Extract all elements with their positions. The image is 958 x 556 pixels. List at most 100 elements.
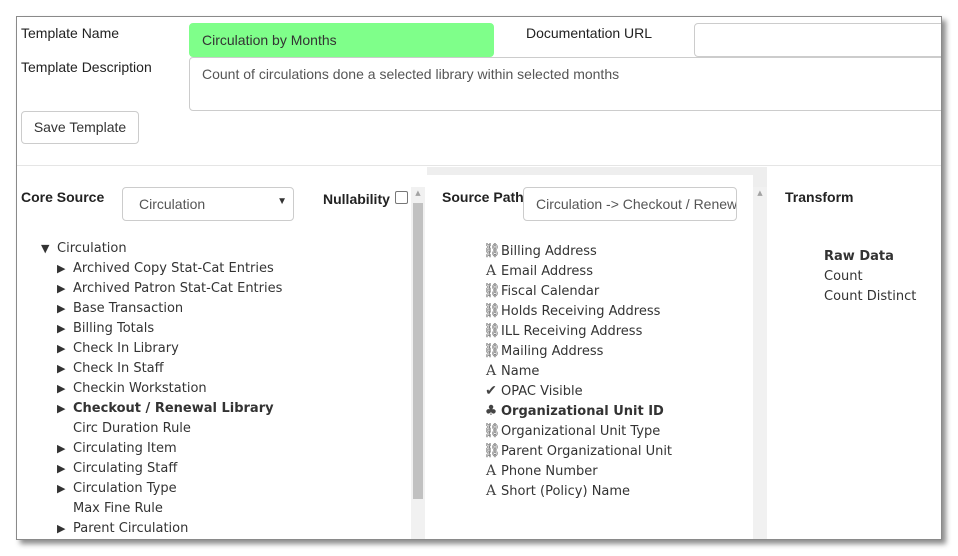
- field-item[interactable]: ⛓Billing Address: [483, 241, 597, 261]
- triangle-right-icon: ▶: [57, 302, 66, 315]
- tree-item[interactable]: ▶ Archived Patron Stat-Cat Entries: [57, 279, 282, 299]
- template-description-textarea[interactable]: Count of circulations done a selected li…: [189, 57, 941, 111]
- tree-item[interactable]: ▶ Base Transaction: [57, 299, 183, 319]
- core-source-selected: Circulation: [139, 196, 206, 212]
- triangle-right-icon: ▶: [57, 382, 66, 395]
- tree-root[interactable]: ▼ Circulation: [41, 239, 127, 259]
- nullability-checkbox[interactable]: [395, 191, 408, 204]
- link-icon: ⛓: [483, 303, 501, 319]
- tree-item-label: Circulation Type: [73, 481, 177, 496]
- tree-item[interactable]: ▶ Check In Staff: [57, 359, 164, 379]
- core-source-label: Core Source: [21, 189, 105, 205]
- tree-item[interactable]: ▶ Checkout / Renewal Library: [57, 399, 274, 419]
- field-label: Fiscal Calendar: [501, 284, 600, 299]
- tree-scrollbar-thumb[interactable]: [413, 203, 423, 499]
- tree-item-label: Parent Circulation: [73, 521, 189, 536]
- field-item[interactable]: ⛓Mailing Address: [483, 341, 603, 361]
- scroll-up-icon[interactable]: ▲: [753, 189, 767, 197]
- scroll-up-icon[interactable]: ▲: [411, 189, 425, 197]
- chevron-down-icon: ▼: [277, 196, 287, 207]
- transform-item[interactable]: Count: [824, 267, 863, 287]
- triangle-right-icon: ▶: [57, 342, 66, 355]
- field-item[interactable]: ✔ OPAC Visible: [483, 381, 582, 401]
- field-label: Mailing Address: [501, 344, 604, 359]
- field-item[interactable]: ⛓ILL Receiving Address: [483, 321, 642, 341]
- field-item[interactable]: ⛓Organizational Unit Type: [483, 421, 660, 441]
- text-icon: A: [485, 363, 497, 379]
- source-path-input[interactable]: Circulation -> Checkout / Renewal Librar…: [523, 187, 737, 221]
- tree-item[interactable]: ▶ Billing Totals: [57, 319, 154, 339]
- tree-item[interactable]: ▶ Archived Copy Stat-Cat Entries: [57, 259, 274, 279]
- link-icon: ⛓: [483, 423, 501, 439]
- tree-item-label: Archived Patron Stat-Cat Entries: [73, 281, 283, 296]
- tree-item[interactable]: ▶ Check In Library: [57, 339, 179, 359]
- field-item[interactable]: A Short (Policy) Name: [483, 481, 630, 501]
- tree-item-label: Check In Library: [73, 341, 179, 356]
- check-circle-icon: ✔: [485, 383, 497, 399]
- tree-item-label: Max Fine Rule: [73, 501, 163, 516]
- tree-item[interactable]: ▶ Parent Circulation: [57, 519, 188, 539]
- triangle-right-icon: ▶: [57, 282, 66, 295]
- field-label: Parent Organizational Unit: [501, 444, 673, 459]
- field-label: Email Address: [501, 264, 593, 279]
- link-icon: ⛓: [483, 283, 501, 299]
- field-label: Short (Policy) Name: [501, 484, 631, 499]
- tree-item-label: Circulating Item: [73, 441, 177, 456]
- triangle-right-icon: ▶: [57, 522, 66, 535]
- link-icon: ⛓: [483, 243, 501, 259]
- triangle-right-icon: ▶: [57, 442, 66, 455]
- tree-item[interactable]: ▶ Circulating Item: [57, 439, 177, 459]
- tree-item[interactable]: Max Fine Rule: [57, 499, 163, 519]
- tree-item-label: Base Transaction: [73, 301, 184, 316]
- transform-label: Transform: [785, 189, 854, 205]
- field-label: Billing Address: [501, 244, 597, 259]
- field-label: Phone Number: [501, 464, 598, 479]
- tree-item[interactable]: Circ Duration Rule: [57, 419, 191, 439]
- report-template-editor: Template Name Circulation by Months Docu…: [16, 16, 942, 540]
- save-template-button[interactable]: Save Template: [21, 111, 139, 144]
- tree-item-label: Circ Duration Rule: [73, 421, 191, 436]
- template-description-label: Template Description: [21, 59, 152, 75]
- field-item[interactable]: A Phone Number: [483, 461, 598, 481]
- tree-item-label: Checkout / Renewal Library: [73, 401, 274, 416]
- documentation-url-input[interactable]: [694, 23, 941, 57]
- triangle-right-icon: ▶: [57, 462, 66, 475]
- link-icon: ⛓: [483, 323, 501, 339]
- tree-item[interactable]: ▶ Checkin Workstation: [57, 379, 207, 399]
- field-item[interactable]: ♣ Organizational Unit ID: [483, 401, 664, 421]
- text-icon: A: [485, 483, 497, 499]
- fields-panel: Source Path Circulation -> Checkout / Re…: [427, 175, 753, 539]
- template-name-label: Template Name: [21, 25, 120, 41]
- field-label: ILL Receiving Address: [501, 324, 643, 339]
- tree-item[interactable]: ▶ Circulating Staff: [57, 459, 177, 479]
- link-icon: ⛓: [483, 443, 501, 459]
- tree-item-label: Archived Copy Stat-Cat Entries: [73, 261, 274, 276]
- text-icon: A: [485, 463, 497, 479]
- transform-item[interactable]: Raw Data: [824, 247, 894, 267]
- documentation-url-label: Documentation URL: [526, 25, 653, 41]
- nullability-label: Nullability: [323, 191, 390, 207]
- field-label: Organizational Unit Type: [501, 424, 661, 439]
- tree-item-label: Check In Staff: [73, 361, 164, 376]
- field-item[interactable]: A Email Address: [483, 261, 593, 281]
- triangle-right-icon: ▶: [57, 322, 66, 335]
- field-item[interactable]: ⛓Holds Receiving Address: [483, 301, 660, 321]
- field-item[interactable]: ⛓Parent Organizational Unit: [483, 441, 672, 461]
- transform-item[interactable]: Count Distinct: [824, 287, 916, 307]
- template-name-input[interactable]: Circulation by Months: [189, 23, 494, 57]
- triangle-right-icon: ▶: [57, 262, 66, 275]
- tree-item-label: Billing Totals: [73, 321, 155, 336]
- text-icon: A: [485, 263, 497, 279]
- field-item[interactable]: ⛓Fiscal Calendar: [483, 281, 599, 301]
- section-divider: [17, 165, 941, 166]
- field-item[interactable]: A Name: [483, 361, 539, 381]
- fields-scrollbar[interactable]: [753, 187, 767, 539]
- tree-item-label: Checkin Workstation: [73, 381, 207, 396]
- core-source-select[interactable]: Circulation ▼: [122, 187, 294, 221]
- tree-item[interactable]: ▶ Circulation Type: [57, 479, 177, 499]
- link-icon: ⛓: [483, 343, 501, 359]
- field-label: Holds Receiving Address: [501, 304, 661, 319]
- triangle-right-icon: ▶: [57, 362, 66, 375]
- tree-root-label: Circulation: [57, 241, 127, 256]
- triangle-right-icon: ▶: [57, 402, 66, 415]
